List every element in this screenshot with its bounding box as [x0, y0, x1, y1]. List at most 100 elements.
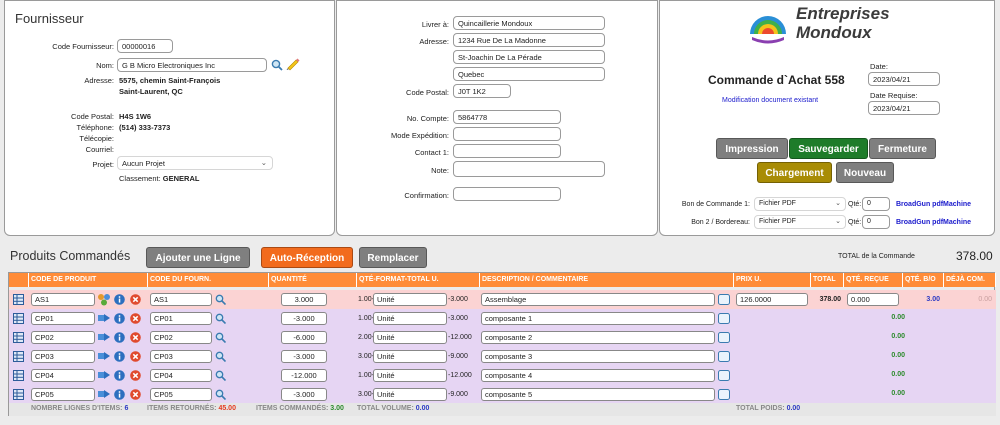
- quantity-input[interactable]: 3.000: [281, 293, 327, 306]
- unit-input[interactable]: Unité: [373, 312, 447, 325]
- search-icon[interactable]: [215, 313, 226, 324]
- spreadsheet-icon[interactable]: [13, 294, 24, 305]
- description-input[interactable]: composante 3: [481, 350, 715, 363]
- delete-icon[interactable]: [130, 332, 141, 343]
- product-code-input[interactable]: CP05: [31, 388, 95, 401]
- description-input[interactable]: composante 2: [481, 331, 715, 344]
- component-icon[interactable]: [97, 369, 111, 382]
- supplier-code-input[interactable]: CP05: [150, 388, 212, 401]
- spreadsheet-icon[interactable]: [13, 389, 24, 400]
- supplier-code-input[interactable]: CP04: [150, 369, 212, 382]
- supplier-code-input[interactable]: CP02: [150, 331, 212, 344]
- spreadsheet-icon[interactable]: [13, 370, 24, 381]
- quantity-input[interactable]: -12.000: [281, 369, 327, 382]
- description-input[interactable]: composante 5: [481, 388, 715, 401]
- info-icon[interactable]: [114, 351, 125, 362]
- bc1-format-select[interactable]: Fichier PDF ⌄: [754, 197, 846, 211]
- bc1-qty-input[interactable]: 0: [862, 197, 890, 211]
- product-code-input[interactable]: CP02: [31, 331, 95, 344]
- unit-input[interactable]: Unité: [373, 331, 447, 344]
- description-input[interactable]: composante 4: [481, 369, 715, 382]
- received-input[interactable]: 0.000: [847, 293, 899, 306]
- quantity-input[interactable]: -3.000: [281, 388, 327, 401]
- search-icon[interactable]: [215, 332, 226, 343]
- delete-icon[interactable]: [130, 294, 141, 305]
- component-icon[interactable]: [97, 388, 111, 401]
- account-input[interactable]: 5864778: [453, 110, 561, 124]
- shipping-input[interactable]: [453, 127, 561, 141]
- description-input[interactable]: Assemblage: [481, 293, 715, 306]
- format-qty: 1.00-: [358, 372, 374, 379]
- unit-input[interactable]: Unité: [373, 388, 447, 401]
- search-icon[interactable]: [215, 370, 226, 381]
- bc2-link[interactable]: BroadGun pdfMachine: [896, 219, 971, 226]
- component-icon[interactable]: [97, 312, 111, 325]
- save-button[interactable]: Sauvegarder: [789, 138, 868, 159]
- spreadsheet-icon[interactable]: [13, 332, 24, 343]
- comment-icon[interactable]: [718, 370, 730, 381]
- assembly-icon[interactable]: [97, 293, 111, 306]
- product-code-input[interactable]: AS1: [31, 293, 95, 306]
- delivery-address-line1[interactable]: 1234 Rue De La Madonne: [453, 33, 605, 47]
- new-button[interactable]: Nouveau: [836, 162, 894, 183]
- info-icon[interactable]: [114, 313, 125, 324]
- search-icon[interactable]: [215, 294, 226, 305]
- quantity-input[interactable]: -3.000: [281, 312, 327, 325]
- load-button[interactable]: Chargement: [757, 162, 832, 183]
- spreadsheet-icon[interactable]: [13, 351, 24, 362]
- quantity-input[interactable]: -3.000: [281, 350, 327, 363]
- date-input[interactable]: 2023/04/21: [868, 72, 940, 86]
- info-icon[interactable]: [114, 389, 125, 400]
- bc2-qty-input[interactable]: 0: [862, 215, 890, 229]
- delivery-address-line2[interactable]: St-Joachin De La Pérade: [453, 50, 605, 64]
- replace-button[interactable]: Remplacer: [359, 247, 427, 268]
- date-required-input[interactable]: 2023/04/21: [868, 101, 940, 115]
- spreadsheet-icon[interactable]: [13, 313, 24, 324]
- comment-icon[interactable]: [718, 351, 730, 362]
- price-input[interactable]: 126.0000: [736, 293, 808, 306]
- supplier-name-input[interactable]: G B Micro Electroniques Inc: [117, 58, 267, 72]
- info-icon[interactable]: [114, 370, 125, 381]
- comment-icon[interactable]: [718, 389, 730, 400]
- delete-icon[interactable]: [130, 313, 141, 324]
- bc1-link[interactable]: BroadGun pdfMachine: [896, 201, 971, 208]
- description-input[interactable]: composante 1: [481, 312, 715, 325]
- auto-reception-button[interactable]: Auto-Réception: [261, 247, 353, 268]
- delete-icon[interactable]: [130, 351, 141, 362]
- add-line-button[interactable]: Ajouter une Ligne: [146, 247, 250, 268]
- quantity-input[interactable]: -6.000: [281, 331, 327, 344]
- info-icon[interactable]: [114, 332, 125, 343]
- product-code-input[interactable]: CP03: [31, 350, 95, 363]
- note-input[interactable]: [453, 161, 605, 177]
- supplier-code-input[interactable]: 00000016: [117, 39, 173, 53]
- info-icon[interactable]: [114, 294, 125, 305]
- pencil-icon[interactable]: [285, 56, 300, 71]
- project-select[interactable]: Aucun Projet ⌄: [117, 156, 273, 170]
- comment-icon[interactable]: [718, 313, 730, 324]
- search-icon[interactable]: [271, 59, 283, 71]
- unit-input[interactable]: Unité: [373, 293, 447, 306]
- component-icon[interactable]: [97, 331, 111, 344]
- supplier-code-input[interactable]: AS1: [150, 293, 212, 306]
- product-code-input[interactable]: CP01: [31, 312, 95, 325]
- bc2-format-select[interactable]: Fichier PDF ⌄: [754, 215, 846, 229]
- supplier-code-input[interactable]: CP03: [150, 350, 212, 363]
- search-icon[interactable]: [215, 351, 226, 362]
- close-button[interactable]: Fermeture: [869, 138, 936, 159]
- delete-icon[interactable]: [130, 389, 141, 400]
- confirmation-input[interactable]: [453, 187, 561, 201]
- product-code-input[interactable]: CP04: [31, 369, 95, 382]
- delete-icon[interactable]: [130, 370, 141, 381]
- unit-input[interactable]: Unité: [373, 350, 447, 363]
- print-button[interactable]: Impression: [716, 138, 788, 159]
- deliver-input[interactable]: Quincaillerie Mondoux: [453, 16, 605, 30]
- unit-input[interactable]: Unité: [373, 369, 447, 382]
- contact-input[interactable]: [453, 144, 561, 158]
- component-icon[interactable]: [97, 350, 111, 363]
- delivery-address-line3[interactable]: Quebec: [453, 67, 605, 81]
- search-icon[interactable]: [215, 389, 226, 400]
- comment-icon[interactable]: [718, 332, 730, 343]
- delivery-postal-input[interactable]: J0T 1K2: [453, 84, 511, 98]
- comment-icon[interactable]: [718, 294, 730, 305]
- supplier-code-input[interactable]: CP01: [150, 312, 212, 325]
